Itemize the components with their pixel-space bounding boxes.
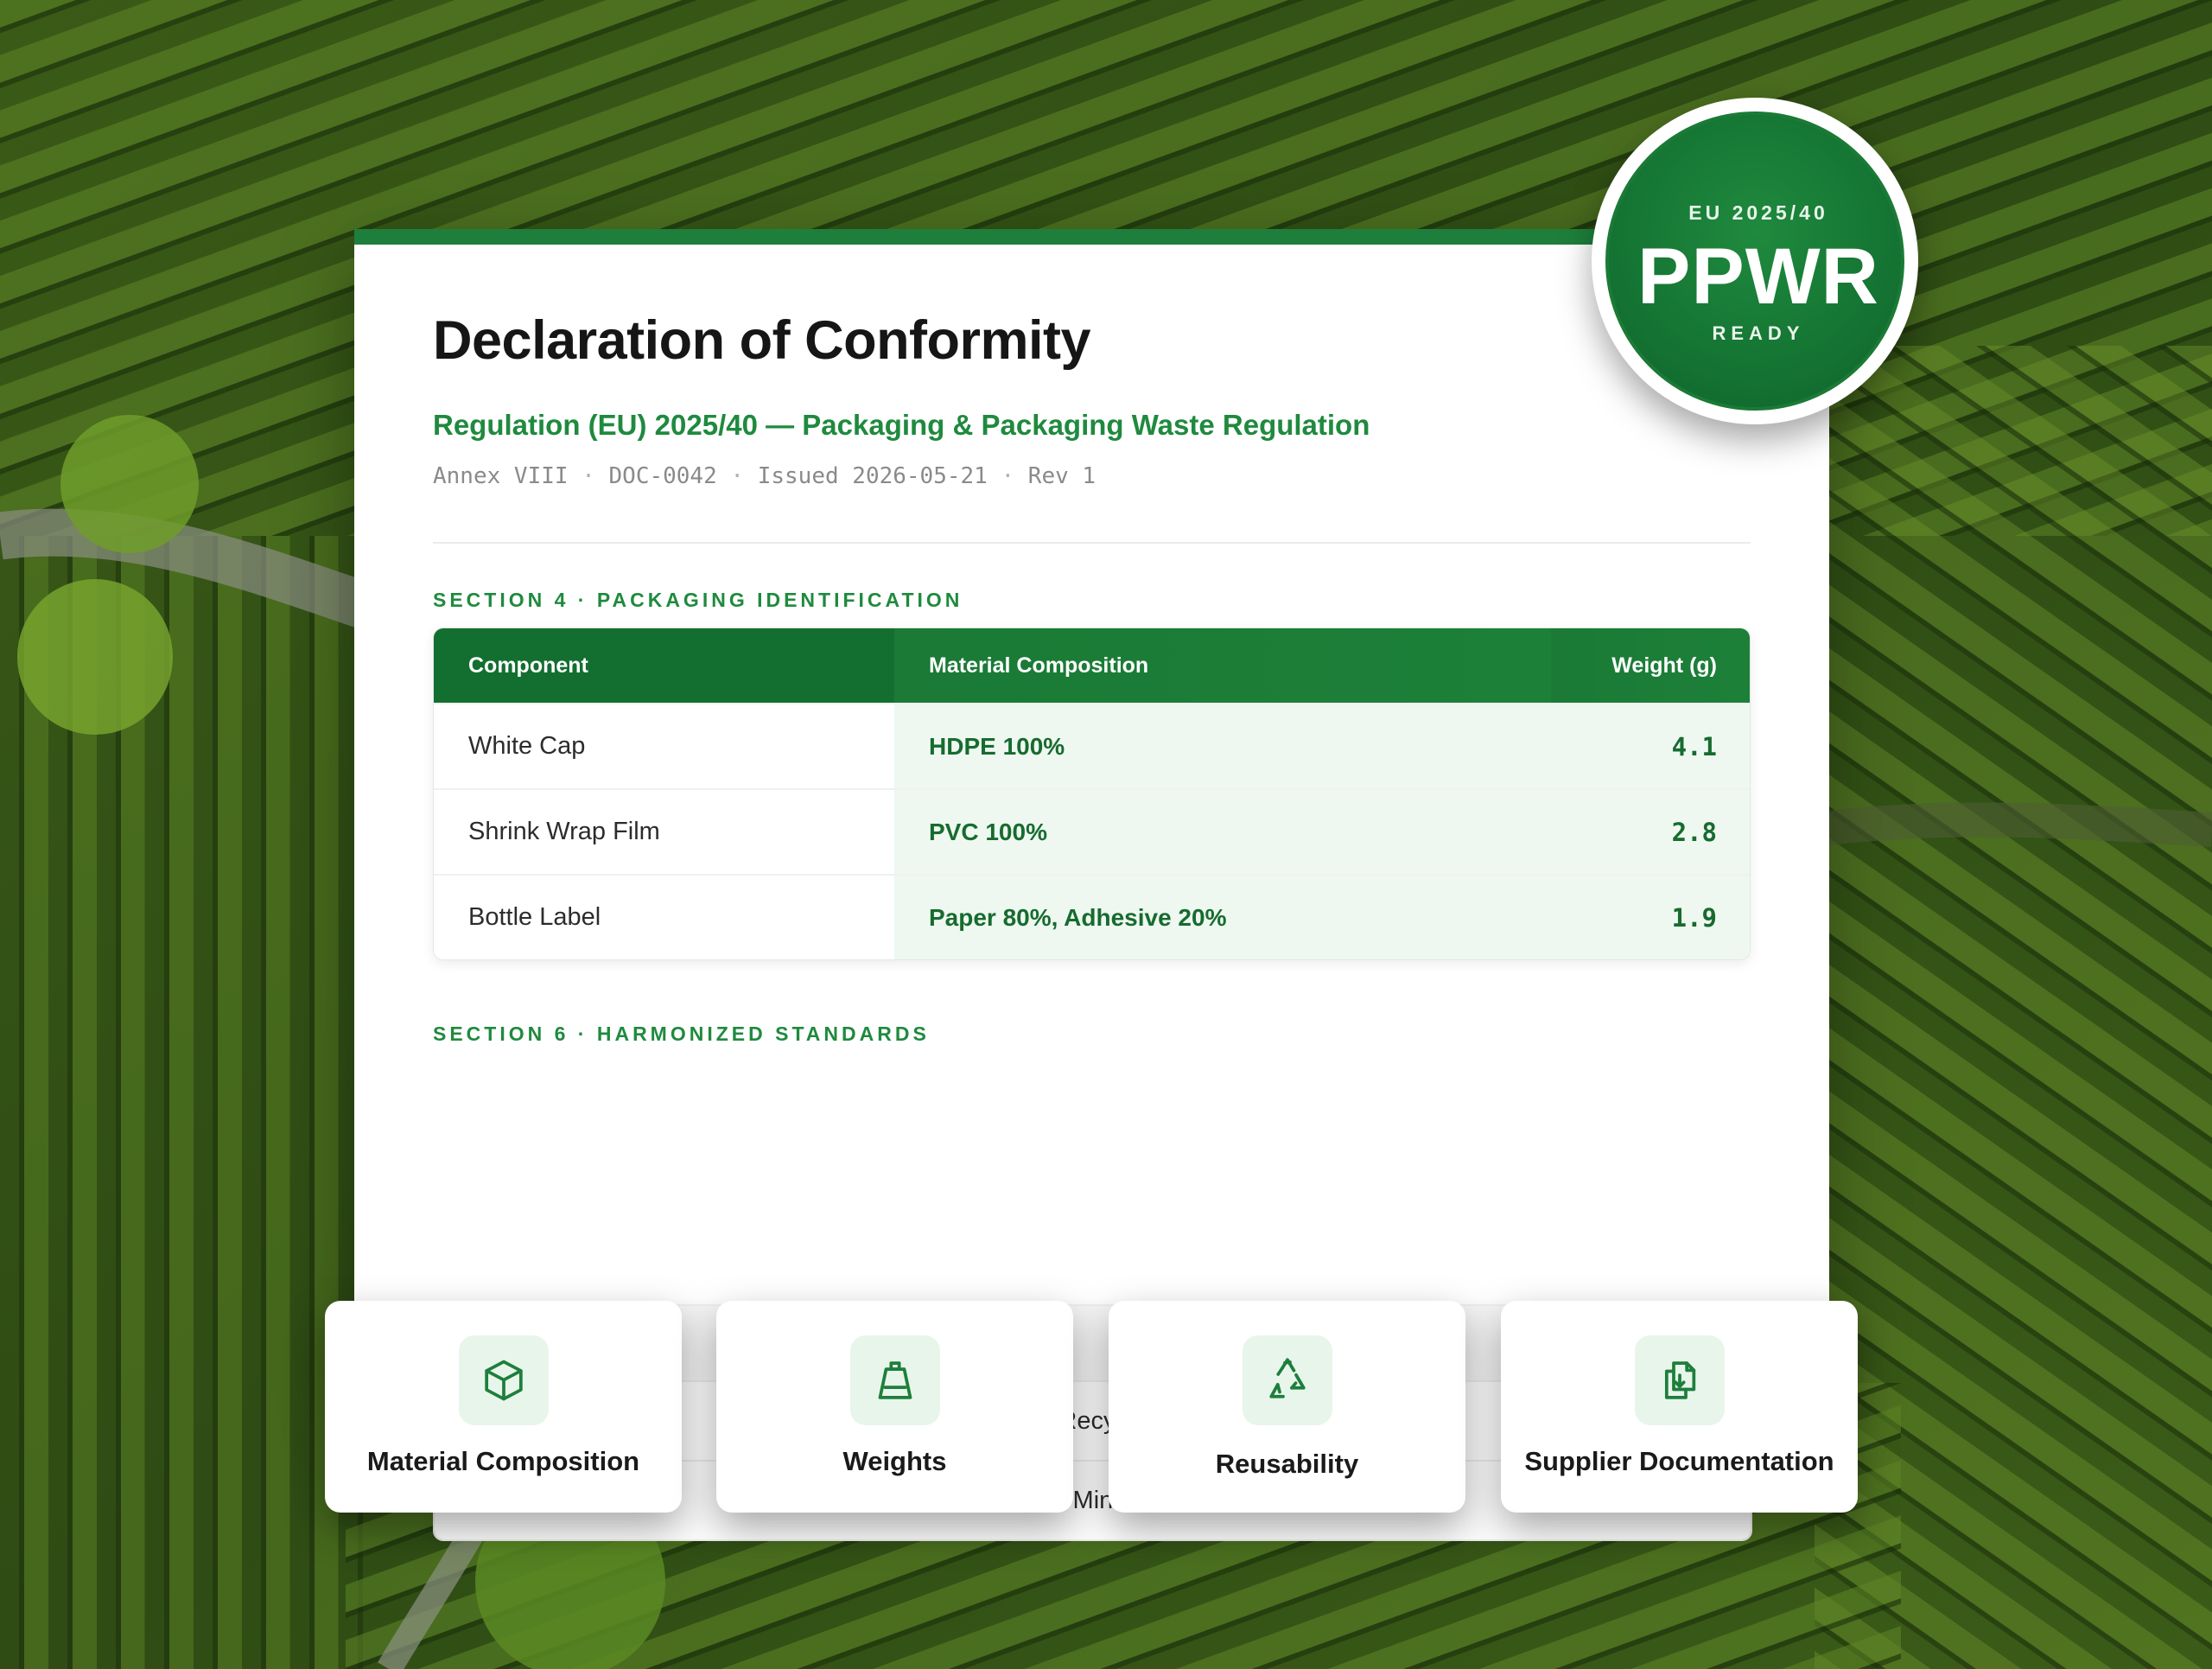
tile-label: Weights	[842, 1446, 947, 1476]
column-header-component: Component	[434, 628, 894, 703]
documents-icon	[1635, 1335, 1725, 1425]
document-id: DOC-0042	[608, 463, 717, 489]
seal-main-label: PPWR	[1637, 233, 1879, 321]
meta-separator: ·	[582, 463, 595, 489]
tile-material-composition[interactable]: Material Composition	[325, 1301, 682, 1513]
material-cell: PVC 100%	[894, 790, 1551, 874]
recycle-icon	[1243, 1335, 1332, 1425]
column-header-weight: Weight (g)	[1551, 628, 1750, 703]
meta-separator: ·	[730, 463, 745, 489]
weight-cell: 1.9	[1551, 876, 1750, 959]
tile-weights[interactable]: Weights	[716, 1301, 1073, 1513]
seal-regulation-label: EU 2025/40	[1688, 201, 1828, 224]
table-row: Bottle Label Paper 80%, Adhesive 20% 1.9	[434, 874, 1750, 959]
seal-inner-circle: EU 2025/40 PPWR READY	[1605, 111, 1904, 411]
document-meta-line: Annex VIII · DOC-0042 · Issued 2026-05-2…	[433, 463, 1096, 489]
tile-supplier-documentation[interactable]: Supplier Documentation	[1501, 1301, 1858, 1513]
page-title: Declaration of Conformity	[433, 310, 1091, 371]
weight-cell: 4.1	[1551, 704, 1750, 788]
meta-separator: ·	[1001, 463, 1015, 489]
revision-label: Rev 1	[1027, 463, 1096, 489]
header-divider	[433, 542, 1751, 544]
seal-status-label: READY	[1712, 322, 1805, 344]
issued-date: Issued 2026-05-21	[757, 463, 988, 489]
box-icon	[459, 1335, 549, 1425]
weight-cell: 2.8	[1551, 790, 1750, 874]
ppwr-ready-seal: EU 2025/40 PPWR READY	[1592, 98, 1918, 424]
tile-label: Supplier Documentation	[1524, 1446, 1834, 1476]
table-row: White Cap HDPE 100% 4.1	[434, 703, 1750, 788]
section-6-label: SECTION 6 · HARMONIZED STANDARDS	[433, 1022, 930, 1045]
material-cell: Paper 80%, Adhesive 20%	[894, 876, 1551, 959]
component-cell: White Cap	[434, 704, 894, 788]
column-header-material: Material Composition	[894, 628, 1551, 703]
tile-label: Reusability	[1215, 1449, 1359, 1479]
component-cell: Bottle Label	[434, 876, 894, 959]
annex-label: Annex VIII	[433, 463, 569, 489]
weight-icon	[850, 1335, 940, 1425]
material-cell: HDPE 100%	[894, 704, 1551, 788]
regulation-subtitle: Regulation (EU) 2025/40 — Packaging & Pa…	[433, 409, 1370, 441]
component-cell: Shrink Wrap Film	[434, 790, 894, 874]
table-row: Shrink Wrap Film PVC 100% 2.8	[434, 788, 1750, 874]
declaration-card: Declaration of Conformity Regulation (EU…	[354, 229, 1829, 1541]
packaging-identification-table: Component Material Composition Weight (g…	[433, 627, 1751, 960]
tile-reusability[interactable]: Reusability	[1109, 1301, 1465, 1513]
table-header-row: Component Material Composition Weight (g…	[434, 628, 1750, 703]
tile-label: Material Composition	[366, 1446, 640, 1476]
section-4-label: SECTION 4 · PACKAGING IDENTIFICATION	[433, 589, 963, 611]
